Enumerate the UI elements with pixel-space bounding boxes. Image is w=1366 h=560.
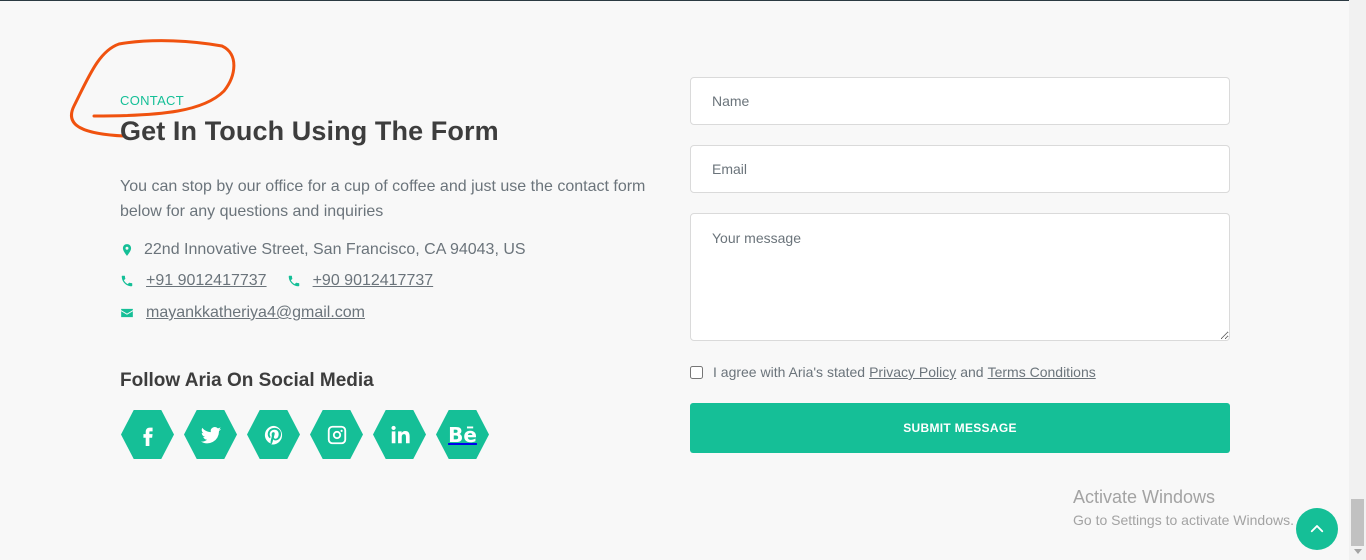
phone-link-1[interactable]: +91 9012417737 bbox=[146, 272, 267, 290]
email-row: mayankkatheriya4@gmail.com bbox=[120, 304, 365, 322]
terms-checkbox[interactable] bbox=[690, 365, 703, 379]
agree-and-text: and bbox=[960, 364, 984, 380]
agree-prefix-text: I agree with Aria's stated bbox=[713, 364, 866, 380]
social-links: Bē bbox=[121, 410, 489, 459]
activate-windows-title: Activate Windows bbox=[1073, 487, 1216, 507]
address-text: 22nd Innovative Street, San Francisco, C… bbox=[144, 241, 526, 258]
phone-link-2[interactable]: +90 9012417737 bbox=[313, 272, 434, 290]
scroll-down-arrow-icon[interactable] bbox=[1354, 549, 1362, 554]
activate-windows-subtitle: Go to Settings to activate Windows. bbox=[1073, 512, 1294, 528]
behance-icon[interactable]: Bē bbox=[436, 410, 489, 459]
terms-conditions-link[interactable]: Terms Conditions bbox=[988, 364, 1096, 380]
section-eyebrow: CONTACT bbox=[120, 93, 184, 108]
behance-glyph: Bē bbox=[448, 422, 477, 447]
twitter-icon[interactable] bbox=[184, 410, 237, 459]
terms-agreement: I agree with Aria's stated Privacy Polic… bbox=[690, 364, 1100, 380]
linkedin-icon[interactable] bbox=[373, 410, 426, 459]
scrollbar-thumb[interactable] bbox=[1351, 499, 1364, 546]
email-link[interactable]: mayankkatheriya4@gmail.com bbox=[146, 304, 365, 322]
submit-message-button[interactable]: SUBMIT MESSAGE bbox=[690, 403, 1230, 453]
section-heading: Get In Touch Using The Form bbox=[120, 116, 499, 146]
name-input[interactable] bbox=[690, 77, 1230, 125]
chevron-up-icon bbox=[1310, 525, 1324, 533]
envelope-icon bbox=[120, 306, 134, 320]
instagram-icon[interactable] bbox=[310, 410, 363, 459]
top-divider bbox=[0, 0, 1349, 1]
address-row: 22nd Innovative Street, San Francisco, C… bbox=[120, 241, 526, 259]
social-title: Follow Aria On Social Media bbox=[120, 370, 374, 391]
page-scrollbar[interactable] bbox=[1349, 0, 1366, 560]
phone-icon bbox=[120, 274, 134, 288]
map-marker-icon bbox=[120, 243, 134, 257]
section-lead: You can stop by our office for a cup of … bbox=[120, 178, 646, 220]
back-to-top-button[interactable] bbox=[1296, 508, 1338, 550]
facebook-icon[interactable] bbox=[121, 410, 174, 459]
phones-row: +91 9012417737 +90 9012417737 bbox=[120, 272, 433, 290]
pinterest-icon[interactable] bbox=[247, 410, 300, 459]
phone-icon bbox=[287, 274, 301, 288]
message-textarea[interactable] bbox=[690, 213, 1230, 341]
privacy-policy-link[interactable]: Privacy Policy bbox=[869, 364, 956, 380]
email-input[interactable] bbox=[690, 145, 1230, 193]
